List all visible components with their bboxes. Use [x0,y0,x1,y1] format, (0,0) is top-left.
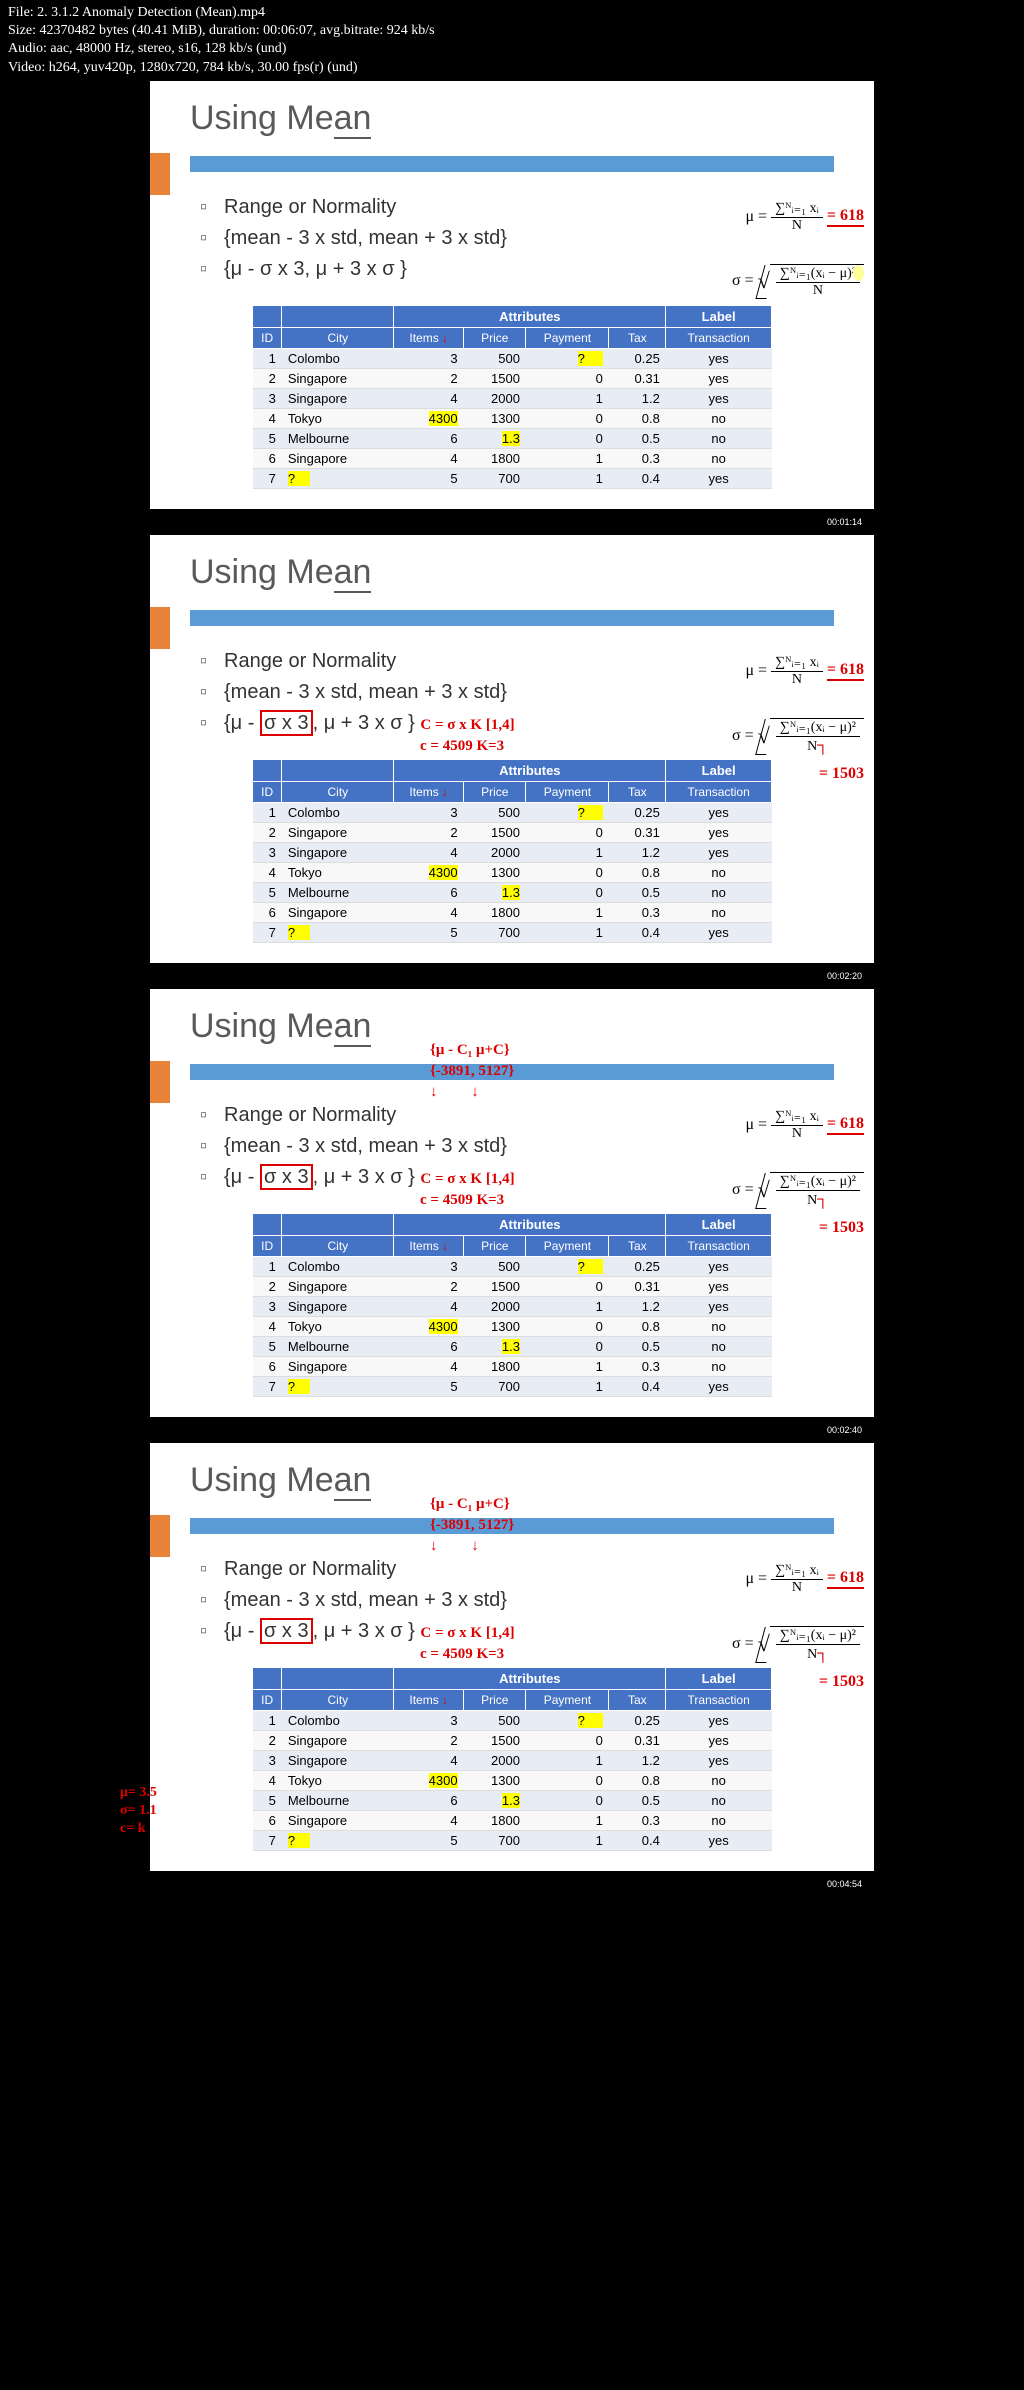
slide: Using Mean Range or Normality{mean - 3 x … [150,535,874,963]
slide: Using Mean Range or Normality{mean - 3 x … [150,81,874,509]
bullet: {mean - 3 x std, mean + 3 x std} [200,677,824,708]
bullet: {μ - σ x 3, μ + 3 x σ } C = σ x K [1,4] [200,1616,824,1647]
meta-video: Video: h264, yuv420p, 1280x720, 784 kb/s… [8,59,1016,77]
meta-file: File: 2. 3.1.2 Anomaly Detection (Mean).… [8,4,1016,22]
timestamp: 00:04:54 [150,1879,874,1889]
bullet: {μ - σ x 3, μ + 3 x σ } C = σ x K [1,4] [200,1162,824,1193]
bullet: {mean - 3 x std, mean + 3 x std} [200,1585,824,1616]
meta-audio: Audio: aac, 48000 Hz, stereo, s16, 128 k… [8,40,1016,58]
slide: Using Mean Range or Normality{mean - 3 x … [150,989,874,1417]
bullet: Range or Normality [200,1100,824,1131]
timestamp: 00:01:14 [150,517,874,527]
bullet: {μ - σ x 3, μ + 3 x σ } C = σ x K [1,4] [200,708,824,739]
timestamp: 00:02:20 [150,971,874,981]
slide-title: Using Mean [190,99,371,138]
slide-title: Using Mean [190,1007,371,1046]
timestamp: 00:02:40 [150,1425,874,1435]
meta-size: Size: 42370482 bytes (40.41 MiB), durati… [8,22,1016,40]
bullet: {mean - 3 x std, mean + 3 x std} [200,223,824,254]
data-table: AttributesLabelIDCityItems ↓PricePayment… [252,1667,772,1851]
bullet: Range or Normality [200,646,824,677]
slide: Using Mean Range or Normality{mean - 3 x … [150,1443,874,1871]
bullet: {mean - 3 x std, mean + 3 x std} [200,1131,824,1162]
slide-title: Using Mean [190,1461,371,1500]
data-table: AttributesLabelIDCityItems ↓PricePayment… [252,305,772,489]
bullet: Range or Normality [200,192,824,223]
slide-title: Using Mean [190,553,371,592]
bullet: Range or Normality [200,1554,824,1585]
bullet: {μ - σ x 3, μ + 3 x σ } [200,254,824,285]
data-table: AttributesLabelIDCityItems ↓PricePayment… [252,759,772,943]
data-table: AttributesLabelIDCityItems ↓PricePayment… [252,1213,772,1397]
